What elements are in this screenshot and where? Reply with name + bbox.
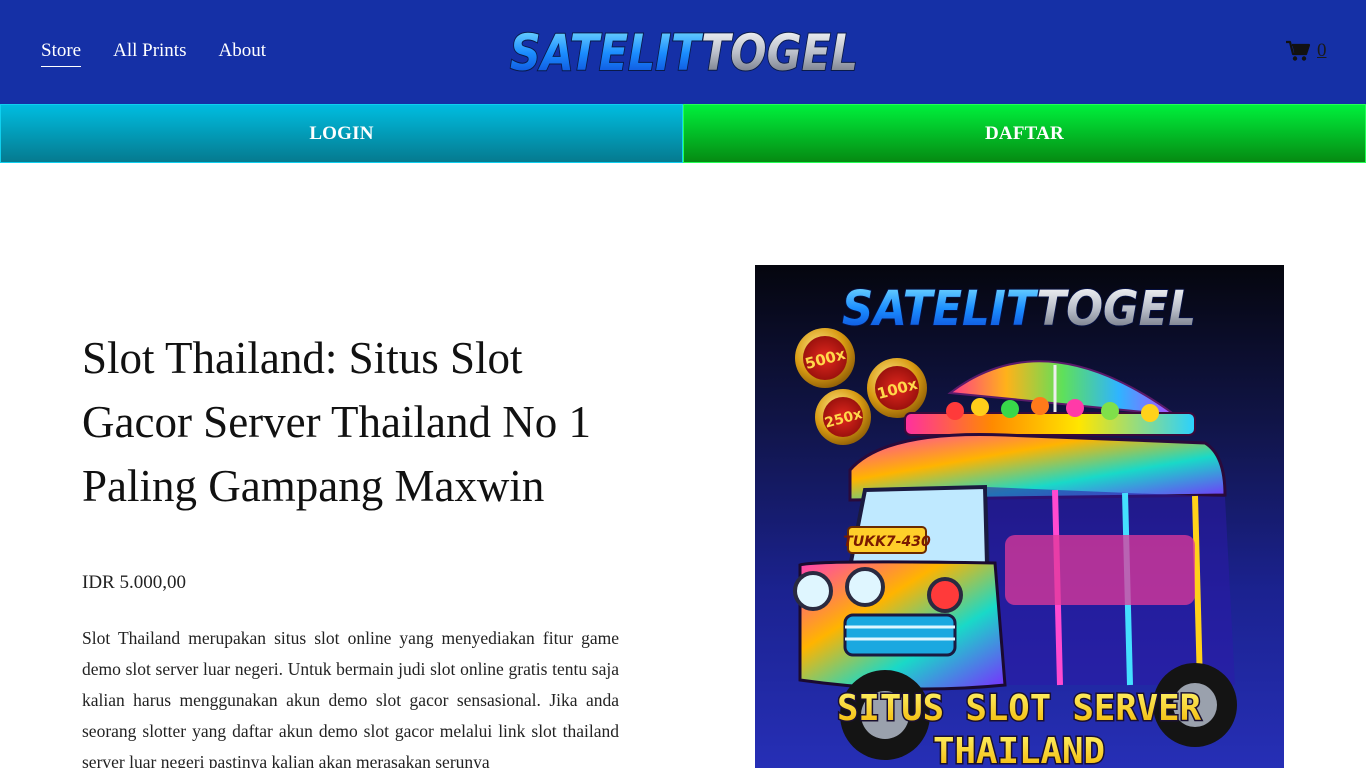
nav-store[interactable]: Store: [41, 40, 82, 67]
product-artwork: SATELITTOGEL 500x 100x 250x TUKK7-430 SI…: [793, 280, 1237, 768]
svg-text:SATELITTOGEL: SATELITTOGEL: [510, 24, 858, 82]
product-price: IDR 5.000,00: [82, 572, 186, 593]
shopping-cart-icon: [1286, 40, 1311, 61]
logo-graphic: SATELITTOGEL: [509, 23, 859, 83]
image-caption-line1: SITUS SLOT SERVER: [837, 688, 1201, 729]
nav-all-prints[interactable]: All Prints: [113, 40, 186, 67]
login-button[interactable]: LOGIN: [0, 104, 683, 163]
cart-link[interactable]: 0: [1285, 40, 1327, 62]
svg-text:SATELITTOGEL: SATELITTOGEL: [842, 281, 1196, 337]
image-caption-line2: THAILAND: [933, 731, 1105, 768]
nav-about[interactable]: About: [218, 40, 266, 67]
cart-count: 0: [1317, 40, 1327, 61]
multiplier-coin: 100x: [867, 358, 927, 418]
auth-bar: LOGIN DAFTAR: [0, 104, 1366, 163]
main-nav: Store All Prints About: [41, 40, 266, 67]
multiplier-coin: 500x: [795, 328, 855, 388]
site-header: Store All Prints About SATELITTOGEL: [0, 0, 1366, 104]
daftar-button[interactable]: DAFTAR: [683, 104, 1366, 163]
site-logo[interactable]: SATELITTOGEL: [506, 22, 862, 83]
multiplier-coin: 250x: [815, 389, 871, 445]
svg-text:TUKK7-430: TUKK7-430: [843, 534, 931, 550]
product-description: Slot Thailand merupakan situs slot onlin…: [82, 628, 619, 768]
product-image[interactable]: SATELITTOGEL 500x 100x 250x TUKK7-430 SI…: [755, 265, 1284, 768]
product-title: Slot Thailand: Situs Slot Gacor Server T…: [82, 333, 591, 511]
